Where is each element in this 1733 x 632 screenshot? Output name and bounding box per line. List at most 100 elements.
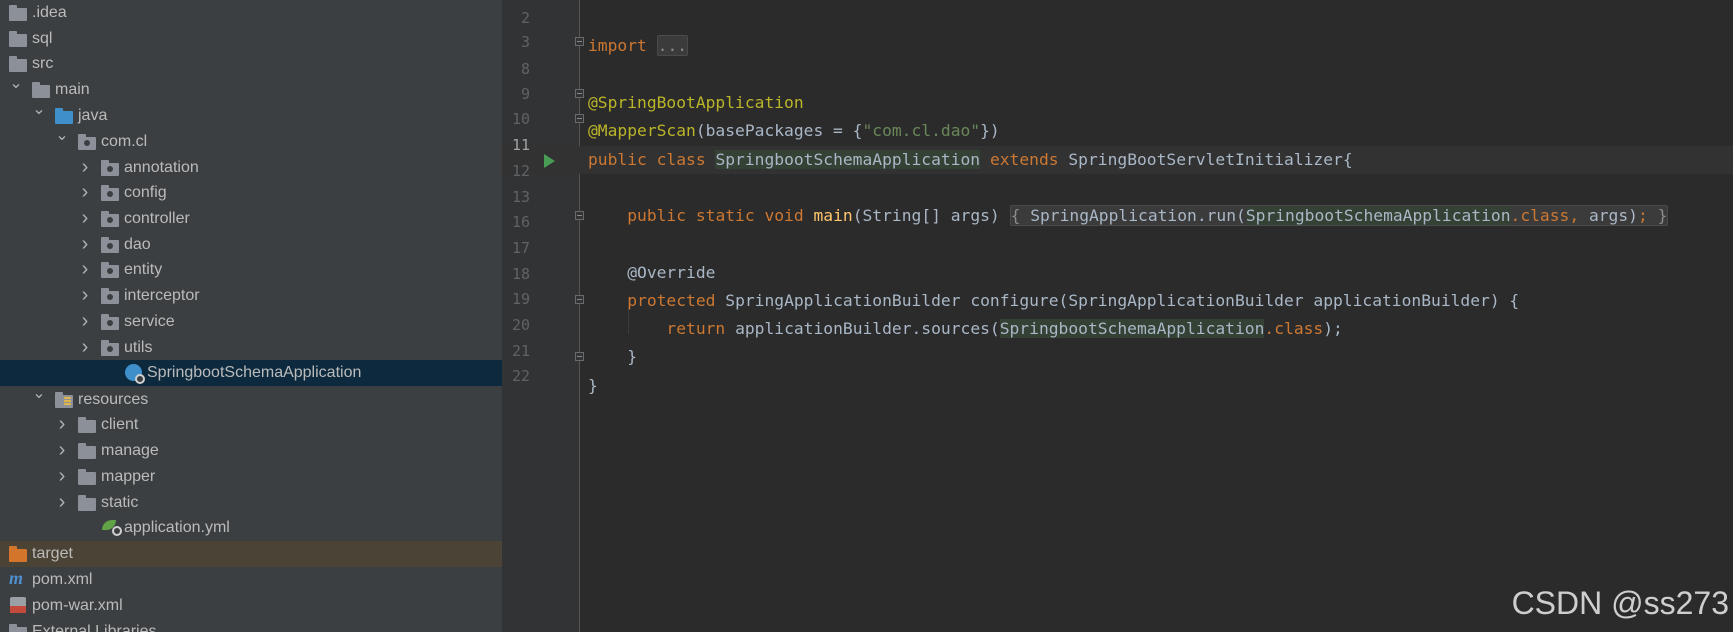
chevron-right-icon[interactable]: ›: [78, 208, 92, 228]
chevron-right-icon[interactable]: ›: [55, 492, 69, 512]
fold-marker-icon[interactable]: [575, 352, 584, 361]
tree-item-manage[interactable]: › manage: [0, 438, 502, 464]
code-line-import[interactable]: import ...: [588, 32, 689, 60]
tree-item-label: target: [32, 545, 73, 562]
tree-item-java[interactable]: ⌄ java: [0, 101, 502, 129]
tree-item-config[interactable]: › config: [0, 180, 502, 206]
keyword: return: [666, 319, 726, 338]
tree-item-label: entity: [124, 261, 163, 278]
keyword: .class: [1264, 319, 1324, 338]
code-line-class-declaration[interactable]: public class SpringbootSchemaApplication…: [588, 146, 1353, 174]
code-line-springboot-annotation[interactable]: @SpringBootApplication: [588, 89, 804, 117]
code-line-configure[interactable]: protected SpringApplicationBuilder confi…: [588, 287, 1519, 315]
tree-item-static[interactable]: › static: [0, 490, 502, 516]
tree-item-interceptor[interactable]: › interceptor: [0, 283, 502, 309]
tree-item-label: service: [124, 313, 175, 330]
keyword: protected: [627, 291, 716, 310]
fold-marker-icon[interactable]: [575, 89, 584, 98]
code-token: }: [627, 347, 638, 366]
folded-body[interactable]: { SpringApplication.run(SpringbootSchema…: [1009, 205, 1669, 226]
tree-item-label: annotation: [124, 159, 199, 176]
tree-item-pom-war-xml[interactable]: pom-war.xml: [0, 593, 502, 619]
import-keyword: import: [588, 36, 647, 55]
tree-item-mapper[interactable]: › mapper: [0, 464, 502, 490]
tree-item-label: interceptor: [124, 287, 200, 304]
resources-folder-icon: [55, 392, 75, 408]
excluded-folder-icon: [9, 546, 29, 562]
tree-item-label: com.cl: [101, 133, 148, 150]
folder-icon: [78, 417, 98, 433]
tree-item-application-yml[interactable]: application.yml: [0, 515, 502, 541]
tree-item--idea[interactable]: .idea: [0, 0, 502, 26]
chevron-right-icon[interactable]: ›: [78, 311, 92, 331]
import-fold-placeholder[interactable]: ...: [656, 35, 689, 56]
tree-item-main[interactable]: ⌄ main: [0, 75, 502, 103]
code-token: args): [1588, 206, 1638, 225]
folder-icon: [9, 31, 29, 47]
tree-item-controller[interactable]: › controller: [0, 206, 502, 232]
code-line-return[interactable]: return applicationBuilder.sources(Spring…: [588, 315, 1343, 343]
tree-item-pom-xml[interactable]: m pom.xml: [0, 567, 502, 593]
chevron-right-icon[interactable]: ›: [78, 337, 92, 357]
tree-item-client[interactable]: › client: [0, 412, 502, 438]
fold-marker-icon[interactable]: [575, 114, 584, 123]
run-gutter-icon[interactable]: [544, 154, 555, 168]
package-icon: [78, 134, 98, 150]
fold-marker-icon[interactable]: [575, 295, 584, 304]
tree-item-label: controller: [124, 210, 190, 227]
tree-item-label: static: [101, 494, 139, 511]
line-number: 12: [511, 162, 530, 180]
code-line-main-method[interactable]: public static void main(String[] args) {…: [588, 202, 1669, 230]
tree-item-resources[interactable]: ⌄ resources: [0, 385, 502, 413]
tree-item-sql[interactable]: sql: [0, 26, 502, 52]
chevron-right-icon[interactable]: ›: [55, 440, 69, 460]
chevron-down-icon[interactable]: ⌄: [32, 101, 46, 119]
tree-item-com-cl[interactable]: ⌄ com.cl: [0, 127, 502, 155]
tree-item-service[interactable]: › service: [0, 309, 502, 335]
tree-item-external-libraries[interactable]: External Libraries: [0, 619, 502, 632]
chevron-right-icon[interactable]: ›: [78, 182, 92, 202]
chevron-right-icon[interactable]: ›: [78, 259, 92, 279]
line-number: 8: [520, 60, 530, 78]
chevron-right-icon[interactable]: ›: [55, 466, 69, 486]
tree-item-entity[interactable]: › entity: [0, 257, 502, 283]
spring-config-file-icon: [101, 520, 122, 536]
chevron-right-icon[interactable]: ›: [55, 414, 69, 434]
line-number: 21: [511, 342, 530, 360]
chevron-right-icon[interactable]: ›: [78, 234, 92, 254]
fold-marker-icon[interactable]: [575, 211, 584, 220]
chevron-down-icon[interactable]: ⌄: [9, 75, 23, 93]
code-line-close-method[interactable]: }: [588, 343, 637, 371]
code-line-override[interactable]: @Override: [588, 259, 715, 287]
line-number: 10: [511, 110, 530, 128]
keyword: extends: [989, 150, 1059, 169]
tree-item-src[interactable]: src: [0, 51, 502, 77]
code-line-close-class[interactable]: }: [588, 372, 598, 400]
code-token: ;: [1637, 206, 1648, 225]
chevron-down-icon[interactable]: ⌄: [55, 127, 69, 145]
tree-item-label: java: [78, 107, 108, 124]
tree-item-target[interactable]: target: [0, 541, 502, 567]
tree-item-annotation[interactable]: › annotation: [0, 155, 502, 181]
chevron-right-icon[interactable]: ›: [78, 157, 92, 177]
code-token: {: [1010, 206, 1021, 225]
method-name: main: [813, 206, 853, 225]
annotation-springboot: @SpringBootApplication: [588, 93, 804, 112]
package-icon: [101, 237, 121, 253]
project-tree: .idea sql src ⌄ main ⌄ java ⌄ com.cl › annotation ›…: [0, 0, 502, 632]
package-icon: [101, 211, 121, 227]
fold-marker-icon[interactable]: [575, 37, 584, 46]
class-reference: SpringbootSchemaApplication: [999, 319, 1265, 338]
line-number: 9: [520, 85, 530, 103]
code-token: SpringApplication.run(: [1030, 206, 1246, 225]
chevron-right-icon[interactable]: ›: [78, 285, 92, 305]
code-token: }): [980, 121, 1000, 140]
line-number: 20: [511, 316, 530, 334]
code-line-mapperscan[interactable]: @MapperScan(basePackages = {"com.cl.dao"…: [588, 117, 1000, 145]
tree-item-springbootschemaapplication[interactable]: SpringbootSchemaApplication: [0, 360, 502, 386]
tree-item-utils[interactable]: › utils: [0, 335, 502, 361]
chevron-down-icon[interactable]: ⌄: [32, 385, 46, 403]
tree-item-dao[interactable]: › dao: [0, 232, 502, 258]
tree-item-label: mapper: [101, 468, 156, 485]
package-icon: [101, 340, 121, 356]
